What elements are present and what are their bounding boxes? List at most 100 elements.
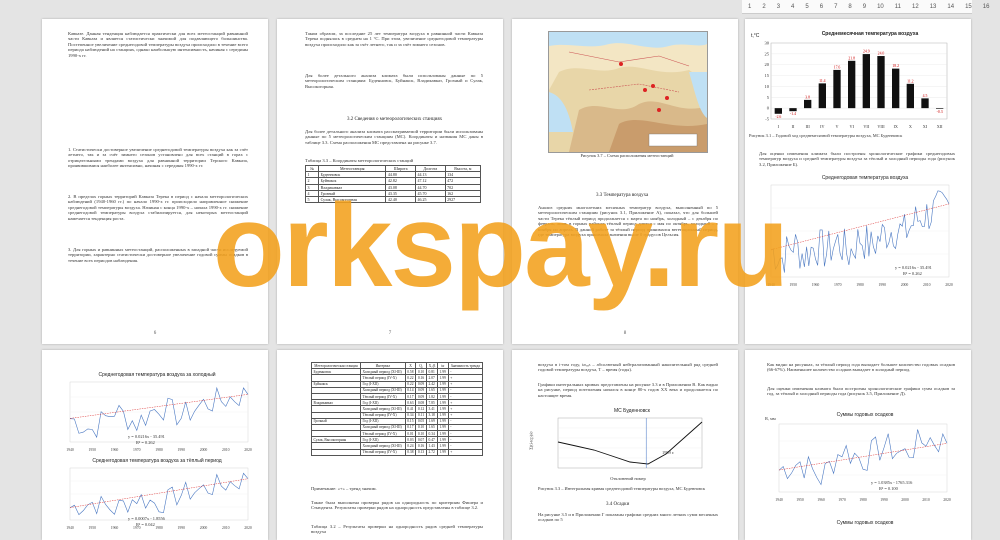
data-label: 4.5 [923,94,928,98]
x-tick-label: 1940 [66,526,74,530]
page-number: 6 [153,331,157,336]
paragraph: Как видно на рисунках, за тёплый период … [767,362,955,373]
chart-title: Суммы годовых осадков [836,412,894,418]
ruler-tick: 12 [912,3,919,10]
series-line [69,386,249,439]
monthly-temperature-bar-chart: 30 25 20 15 10 5 0 -5 -2.6 I -1.4 II 3.8 III 11.4 IV 17.… [765,41,948,129]
section-heading: 3.3 Температура воздуха [596,193,649,198]
table-row: 5 Сулак, Высокогорная 42.40 46.25 2927 [304,195,482,204]
list-item-2: 2. В пределах горных территорий Кавказа … [68,194,248,221]
data-label: 18.2 [892,64,899,68]
ruler-tick: 8 [848,3,852,10]
y-tick-label: 15 [765,73,770,78]
x-tick-label: 1960 [812,283,820,287]
x-tick-label: 1950 [88,448,96,452]
plot-area [770,42,948,120]
x-tick-label: XI [923,124,928,129]
ruler-tick: 10 [877,3,884,10]
document-page-8: Как видно на рисунках, за тёплый период … [745,350,971,540]
x-tick-label: VII [863,124,869,129]
ruler-tick: 2 [762,3,766,10]
ruler-tick: 7 [834,3,838,10]
trend-significance-table: Метеорологическая станция Интервал X Q₂ X₂/β… [310,361,484,456]
series-line [778,429,948,486]
table-note: Примечание: «+» – тренд значим. [311,486,377,491]
table-cell: 1.99 [437,448,449,456]
data-label: -0.3 [937,110,943,114]
stations-table: № Метеостанция Широта Долгота Высота, м 1 Буд… [304,164,482,204]
document-page-7: воздуха в i-том году, tₘₑₐₙ – абсолютный… [512,350,738,540]
x-tick-label: 2000 [200,448,208,452]
data-label: 11.2 [907,79,914,83]
x-tick-label: 1950 [796,498,804,502]
table-cell: 2.72 [425,448,439,456]
bar [774,108,782,114]
bar [892,68,900,109]
ruler-tick: 4 [791,3,795,10]
table-cell: 5 [304,195,320,204]
paragraph: Таким образом, за последние 25 лет темпе… [305,31,483,47]
x-tick-label: 2000 [901,498,909,502]
x-tick-label: 1980 [856,283,864,287]
x-tick-label: 1990 [177,448,185,452]
x-tick-label: 2000 [901,283,909,287]
table-cell: Сулак, Высокогорная [318,195,387,204]
x-tick-label: 1950 [789,283,797,287]
page-number: 7 [388,331,392,336]
y-tick-label: 10 [765,84,770,89]
section-heading: 3.2 Сведения о метеорологических станция… [347,117,443,122]
page-number: 8 [623,331,627,336]
map-graphic [549,32,707,152]
ruler-tick: 13 [929,3,937,10]
trend-line [69,394,249,419]
x-tick-label: III [806,124,811,129]
series-line [770,190,950,273]
x-tick-label: 2010 [923,283,931,287]
trend-r2: R² = 0.100 [879,486,898,491]
paragraph: На рисунке 3.5 и в Приложении Г показаны… [538,512,718,523]
x-tick-label: 2000 [200,526,208,530]
x-tick-label: IX [893,124,897,129]
data-label: 21.8 [848,56,855,60]
x-tick-label: 2020 [945,283,953,287]
x-tick-label: 1990 [880,498,888,502]
x-tick-label: 1990 [878,283,886,287]
x-tick-label: 2020 [244,448,252,452]
bar [921,98,929,109]
document-page-3: Рисунок 3.7 – Схема расположения метеост… [512,19,738,344]
trend-equation: y = 0.0216x - 35.491 [895,265,932,270]
bar [818,83,826,109]
trend-r2: R² = 0.042 [136,522,155,527]
section-heading: 3.4 Осадки [606,502,630,507]
annual-temperature-line-chart: 1940 1950 1960 1970 1980 1990 2000 2010 2020 [767,184,953,287]
paragraph: Анализ средних многолетних месячных темп… [538,205,718,238]
data-label: 3.8 [805,95,810,99]
horizontal-ruler[interactable]: 1 2 3 4 5 6 7 8 9 10 11 12 13 14 15 16 [742,0,989,14]
bar [804,99,812,109]
x-tick-label: 2010 [922,498,930,502]
x-tick-label: 1980 [155,448,163,452]
ruler-tick: 9 [862,3,867,10]
trend-equation: y = 0.0216x - 35.491 [128,434,165,439]
x-tick-label: 1940 [66,448,74,452]
ruler-tick: 3 [776,3,781,10]
table-cell: 0.38 [404,448,417,456]
paragraph: Для более детального анализа климата рас… [305,129,483,145]
annual-precipitation-chart: 1940 1950 1960 1970 1980 1990 2000 2010 2020 [775,423,951,502]
paragraph: Для более детального анализа климата был… [305,73,483,89]
x-tick-label: VIII [877,124,885,129]
integral-curve-chart [557,417,703,469]
x-tick-label: 1980 [859,498,867,502]
chart-title: Суммы годовых осадков [836,520,894,526]
table-caption: Таблица 3.3 – Координаты метеорологическ… [305,158,414,163]
paragraph: Также была выполнена проверка рядов на о… [311,500,483,511]
table-cell: Тёплый период (IV-X) [360,448,406,456]
x-tick-label: 1960 [111,448,119,452]
bar [936,108,944,109]
x-axis-label: Отклонений номер [610,476,646,481]
y-tick-label: 25 [765,51,770,56]
series-line [557,421,703,465]
data-label: 24.9 [863,50,870,54]
x-tick-label: VI [849,124,854,129]
bar [833,69,841,109]
